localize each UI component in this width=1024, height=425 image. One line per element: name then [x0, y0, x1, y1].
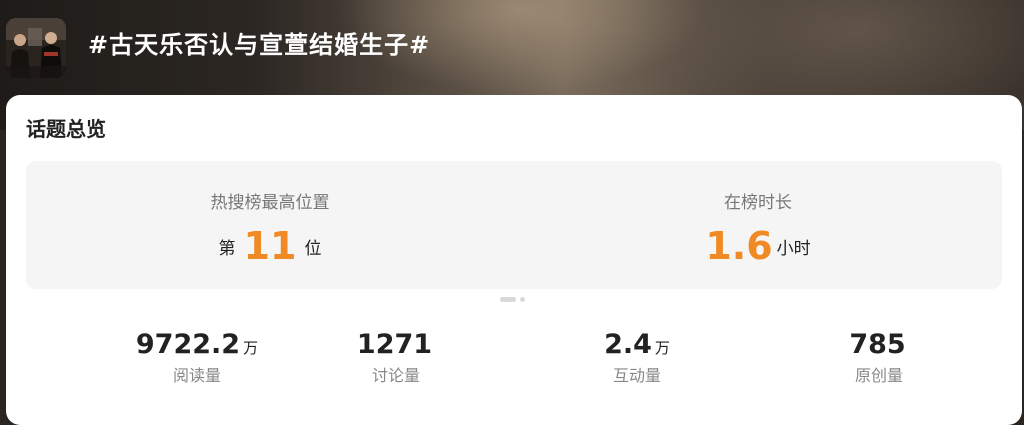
duration-value-row: 1.6 小时	[514, 223, 1002, 269]
ranking-suffix: 位	[304, 239, 322, 259]
ranking-value: 11	[243, 224, 297, 268]
overview-title: 话题总览	[26, 117, 106, 141]
stat-label: 原创量	[854, 366, 903, 385]
stat-unit: 万	[243, 339, 259, 357]
topic-thumbnail[interactable]	[6, 18, 66, 78]
stat-interactions: 2.4 万 互动量	[510, 327, 764, 387]
topic-title: #古天乐否认与宣萱结婚生子#	[88, 31, 431, 59]
stat-discussions: 1271 讨论量	[269, 327, 523, 387]
pager-dot[interactable]	[520, 296, 525, 302]
ranking-block: 热搜榜最高位置 第 11 位	[26, 161, 514, 289]
stat-value: 2.4	[604, 329, 652, 360]
stats-row: 9722.2 万 阅读量 1271 讨论量 2.4 万 互动量 785 原创量	[6, 327, 1022, 397]
stat-label: 互动量	[612, 366, 661, 385]
ranking-value-row: 第 11 位	[26, 223, 514, 269]
stat-label: 讨论量	[371, 366, 420, 385]
stat-value: 9722.2	[135, 329, 241, 360]
duration-block: 在榜时长 1.6 小时	[514, 161, 1002, 289]
stat-unit: 万	[654, 339, 670, 357]
carousel-pager[interactable]	[500, 296, 525, 302]
stat-value: 1271	[356, 329, 433, 360]
ranking-label: 热搜榜最高位置	[210, 193, 330, 213]
topic-overview-card: 话题总览 热搜榜最高位置 第 11 位 在榜时长 1.6 小时 9722.2 万	[6, 95, 1022, 425]
duration-value: 1.6	[705, 224, 773, 268]
hot-search-panel[interactable]: 热搜榜最高位置 第 11 位 在榜时长 1.6 小时	[26, 161, 1002, 289]
stat-originals: 785 原创量	[752, 327, 1006, 387]
pager-dot-active[interactable]	[500, 296, 516, 302]
duration-label: 在榜时长	[724, 193, 792, 213]
ranking-prefix: 第	[218, 239, 236, 259]
duration-unit: 小时	[776, 239, 811, 259]
stat-value: 785	[849, 329, 906, 360]
thumbnail-image	[6, 18, 66, 78]
